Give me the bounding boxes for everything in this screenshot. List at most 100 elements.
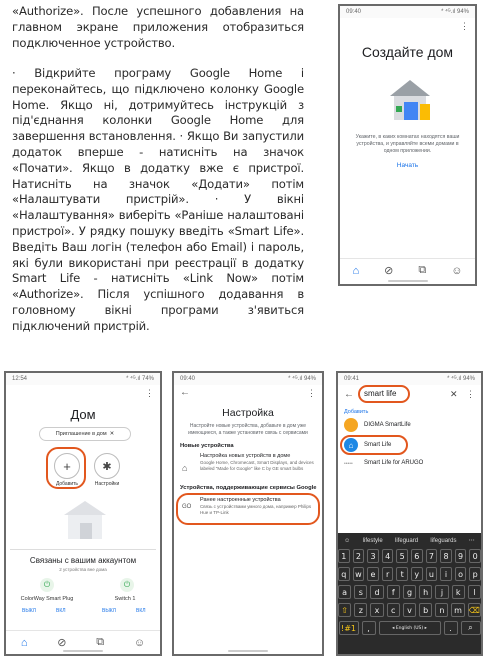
emoji-icon[interactable]: ☺ — [344, 538, 350, 544]
status-bar: 09:40 * ⁴ᴳ.ıl 94% — [340, 6, 475, 18]
added-section-label: Добавить — [344, 409, 369, 415]
period-key[interactable]: . — [443, 621, 458, 635]
settings-button-label: Настройки — [94, 481, 120, 487]
linked-subtitle: 2 устройства вне дома — [59, 567, 107, 572]
keyboard-row-middle: asdfghjkl — [338, 585, 481, 599]
device1-off-button[interactable]: ВЫКЛ — [22, 608, 36, 614]
letter-key-f[interactable]: f — [386, 585, 400, 599]
shift-icon[interactable]: ⇧ — [338, 603, 352, 617]
letter-key-p[interactable]: p — [469, 567, 481, 581]
back-arrow-icon[interactable]: ← — [180, 387, 190, 398]
status-bar: 12:54 * ⁴ᴳ.ıl 74% — [6, 373, 160, 385]
letter-key-c[interactable]: c — [386, 603, 400, 617]
letter-key-r[interactable]: r — [381, 567, 394, 581]
keyboard-row-top: qwertyuiop — [338, 567, 481, 581]
device1-on-button[interactable]: ВКЛ — [56, 608, 66, 614]
overflow-menu-icon[interactable]: ⋮ — [460, 21, 469, 32]
account-tab-icon[interactable]: ☺ — [134, 637, 145, 649]
letter-key-w[interactable]: w — [352, 567, 365, 581]
suggestion-3[interactable]: lifeguards — [430, 538, 456, 544]
letter-key-g[interactable]: g — [402, 585, 417, 599]
discover-tab-icon[interactable]: ⊘ — [384, 264, 393, 277]
letter-key-l[interactable]: l — [467, 585, 481, 599]
backspace-icon[interactable]: ⌫ — [467, 603, 481, 617]
number-key-9[interactable]: 9 — [454, 549, 467, 563]
space-key[interactable]: ◂ English (US) ▸ — [378, 621, 441, 635]
comma-key[interactable]: , — [361, 621, 376, 635]
instruction-paragraph-1: «Authorize». После успешного добавления … — [12, 4, 304, 50]
letter-key-a[interactable]: a — [338, 585, 352, 599]
search-key-icon[interactable]: ⌕ — [460, 621, 481, 635]
item1-description: Google Home, Chromecast, Smart Displays,… — [200, 460, 314, 471]
number-key-4[interactable]: 4 — [381, 549, 394, 563]
instruction-paragraph-2: · Відкрийте програму Google Home і перек… — [12, 66, 304, 333]
digma-logo-icon — [344, 418, 358, 432]
system-nav-bar — [340, 280, 475, 284]
letter-key-v[interactable]: v — [402, 603, 417, 617]
number-key-7[interactable]: 7 — [425, 549, 438, 563]
invite-chip-label: Приглашение в дом — [55, 431, 107, 437]
home-tab-icon[interactable]: ⌂ — [353, 265, 360, 277]
keyboard: ☺ lifestyle lifeguard lifeguards ⋯ 12345… — [338, 533, 481, 654]
clear-search-icon[interactable]: ✕ — [450, 389, 458, 400]
linked-card: Связаны с вашим аккаунтом 2 устройства в… — [10, 549, 156, 631]
letter-key-k[interactable]: k — [451, 585, 465, 599]
letter-key-m[interactable]: m — [451, 603, 465, 617]
number-key-3[interactable]: 3 — [367, 549, 379, 563]
setup-new-devices-item[interactable]: Настройка новых устройств в доме Google … — [200, 453, 316, 472]
invite-chip[interactable]: Приглашение в дом ✕ — [39, 427, 131, 441]
switch-icon[interactable]: ⏻ — [120, 578, 134, 592]
suggestion-1[interactable]: lifestyle — [363, 538, 383, 544]
letter-key-e[interactable]: e — [367, 567, 379, 581]
suggestion-2[interactable]: lifeguard — [395, 538, 418, 544]
settings-button[interactable]: ✱ — [94, 453, 120, 479]
more-suggestions-icon[interactable]: ⋯ — [469, 537, 475, 544]
search-result-arugo[interactable]: Smart Life for ARUGO — [364, 460, 423, 466]
letter-key-y[interactable]: y — [411, 567, 423, 581]
discover-tab-icon[interactable]: ⊘ — [57, 636, 66, 649]
device2-off-button[interactable]: ВЫКЛ — [102, 608, 116, 614]
number-key-6[interactable]: 6 — [411, 549, 423, 563]
search-result-digma[interactable]: DIGMA SmartLife — [364, 422, 411, 428]
letter-key-j[interactable]: j — [435, 585, 449, 599]
screenshot-setup: 09:40 * ⁴ᴳ.ıl 94% ← ⋮ Настройка Настройте… — [172, 371, 324, 656]
back-arrow-icon[interactable]: ← — [344, 389, 354, 400]
home-tab-icon[interactable]: ⌂ — [21, 637, 28, 649]
previously-setup-highlight — [176, 493, 320, 525]
add-button-highlight — [46, 447, 86, 489]
new-devices-header: Новые устройства — [180, 443, 234, 449]
letter-key-q[interactable]: q — [338, 567, 350, 581]
account-tab-icon[interactable]: ☺ — [451, 265, 462, 277]
plug-icon[interactable]: ⏻ — [40, 578, 54, 592]
device2-name: Switch 1 — [114, 596, 136, 602]
letter-key-i[interactable]: i — [440, 567, 452, 581]
start-button[interactable]: Начать — [340, 162, 475, 169]
overflow-menu-icon[interactable]: ⋮ — [466, 389, 475, 400]
number-key-2[interactable]: 2 — [352, 549, 365, 563]
letter-key-h[interactable]: h — [419, 585, 433, 599]
device2-on-button[interactable]: ВКЛ — [136, 608, 146, 614]
letter-key-s[interactable]: s — [354, 585, 368, 599]
letter-key-z[interactable]: z — [354, 603, 368, 617]
device1-name: ColorWay Smart Plug — [20, 596, 74, 602]
letter-key-b[interactable]: b — [419, 603, 433, 617]
home-icon: ⌂ — [182, 463, 188, 473]
letter-key-n[interactable]: n — [435, 603, 449, 617]
media-tab-icon[interactable]: ⧉ — [418, 264, 426, 277]
overflow-menu-icon[interactable]: ⋮ — [307, 388, 316, 399]
media-tab-icon[interactable]: ⧉ — [96, 636, 104, 649]
number-key-8[interactable]: 8 — [440, 549, 452, 563]
overflow-menu-icon[interactable]: ⋮ — [145, 388, 154, 399]
number-key-5[interactable]: 5 — [396, 549, 408, 563]
letter-key-d[interactable]: d — [370, 585, 384, 599]
symbols-key[interactable]: !#1 — [338, 621, 359, 635]
number-key-1[interactable]: 1 — [338, 549, 350, 563]
bottom-navigation: ⌂ ⊘ ⧉ ☺ — [340, 258, 475, 282]
letter-key-u[interactable]: u — [425, 567, 438, 581]
letter-key-t[interactable]: t — [396, 567, 408, 581]
page-title: Настройка — [222, 407, 274, 419]
close-icon[interactable]: ✕ — [110, 431, 115, 437]
number-key-0[interactable]: 0 — [469, 549, 481, 563]
letter-key-x[interactable]: x — [370, 603, 384, 617]
letter-key-o[interactable]: o — [454, 567, 467, 581]
